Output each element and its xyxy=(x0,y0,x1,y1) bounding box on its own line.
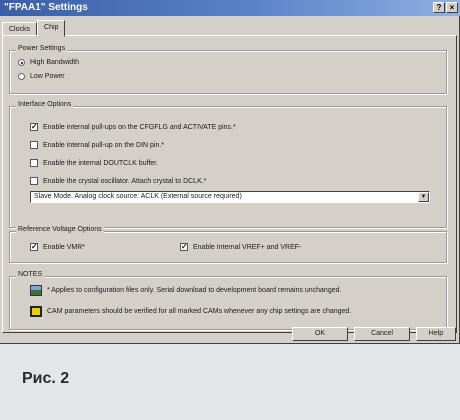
check-crystal-label: Enable the crystal oscillator. Attach cr… xyxy=(43,177,207,185)
check-vmr[interactable]: ✓ Enable VMR* xyxy=(30,243,85,251)
check-din-pullup[interactable]: Enable internal pull-up on the DIN pin.* xyxy=(30,141,164,149)
chevron-down-icon[interactable]: ▼ xyxy=(418,192,429,202)
radio-low-power-dot[interactable] xyxy=(18,73,25,80)
radio-high-bandwidth[interactable]: High Bandwidth xyxy=(18,59,79,66)
check-vref-label: Enable Internal VREF+ and VREF- xyxy=(193,243,302,251)
notes-group: NOTES * Applies to configuration files o… xyxy=(9,271,447,330)
note-text-2: CAM parameters should be verified for al… xyxy=(47,308,352,315)
help-button[interactable]: Help xyxy=(416,327,456,341)
check-din-label: Enable internal pull-up on the DIN pin.* xyxy=(43,141,165,149)
notes-title: NOTES xyxy=(16,271,45,278)
checkbox-crystal[interactable] xyxy=(30,177,38,185)
power-settings-title: Power Settings xyxy=(16,45,68,52)
tab-strip: Clocks Chip xyxy=(2,20,66,37)
note-item: * Applies to configuration files only. S… xyxy=(30,285,341,296)
tab-chip[interactable]: Chip xyxy=(37,20,66,37)
power-settings-group: Power Settings High Bandwidth Low Power xyxy=(9,45,447,94)
checkbox-din[interactable] xyxy=(30,141,38,149)
ok-button[interactable]: OK xyxy=(292,327,348,341)
reference-voltage-title: Reference Voltage Options xyxy=(16,226,104,233)
clock-mode-value: Slave Mode. Analog clock source: ACLK (E… xyxy=(34,193,242,200)
checkbox-doutclk[interactable] xyxy=(30,159,38,167)
cancel-button[interactable]: Cancel xyxy=(354,327,410,341)
window-title: "FPAA1" Settings xyxy=(4,2,88,13)
checkbox-vref[interactable]: ✓ xyxy=(180,243,188,251)
note-text-1: * Applies to configuration files only. S… xyxy=(47,287,342,294)
chip-tab-panel: Power Settings High Bandwidth Low Power … xyxy=(2,35,457,333)
reference-voltage-group: Reference Voltage Options ✓ Enable VMR* … xyxy=(9,226,447,263)
interface-options-title: Interface Options xyxy=(16,101,74,108)
checkbox-vmr[interactable]: ✓ xyxy=(30,243,38,251)
help-title-button[interactable]: ? xyxy=(433,2,445,13)
radio-low-power[interactable]: Low Power xyxy=(18,73,65,80)
title-bar[interactable]: "FPAA1" Settings ? × xyxy=(0,0,460,16)
interface-options-group: Interface Options ✓ Enable internal pull… xyxy=(9,101,447,228)
check-cfgflg-label: Enable internal pull-ups on the CFGFLG a… xyxy=(43,123,236,131)
check-crystal-oscillator[interactable]: Enable the crystal oscillator. Attach cr… xyxy=(30,177,206,185)
settings-dialog: "FPAA1" Settings ? × Clocks Chip Power S… xyxy=(0,0,460,344)
check-vmr-label: Enable VMR* xyxy=(43,243,86,251)
figure-caption: Рис. 2 xyxy=(22,370,70,387)
check-doutclk-buffer[interactable]: Enable the internal DOUTCLK buffer. xyxy=(30,159,158,167)
note-item: CAM parameters should be verified for al… xyxy=(30,306,351,317)
radio-low-power-label: Low Power xyxy=(30,73,65,80)
close-button[interactable]: × xyxy=(446,2,458,13)
check-cfgflg-pullups[interactable]: ✓ Enable internal pull-ups on the CFGFLG… xyxy=(30,123,236,131)
check-doutclk-label: Enable the internal DOUTCLK buffer. xyxy=(43,159,159,167)
warning-icon xyxy=(30,306,42,317)
radio-high-bandwidth-label: High Bandwidth xyxy=(30,59,80,66)
board-icon xyxy=(30,285,42,296)
radio-high-bandwidth-dot[interactable] xyxy=(18,59,25,66)
checkbox-cfgflg[interactable]: ✓ xyxy=(30,123,38,131)
check-vref[interactable]: ✓ Enable Internal VREF+ and VREF- xyxy=(180,243,301,251)
clock-mode-select[interactable]: Slave Mode. Analog clock source: ACLK (E… xyxy=(30,191,430,203)
